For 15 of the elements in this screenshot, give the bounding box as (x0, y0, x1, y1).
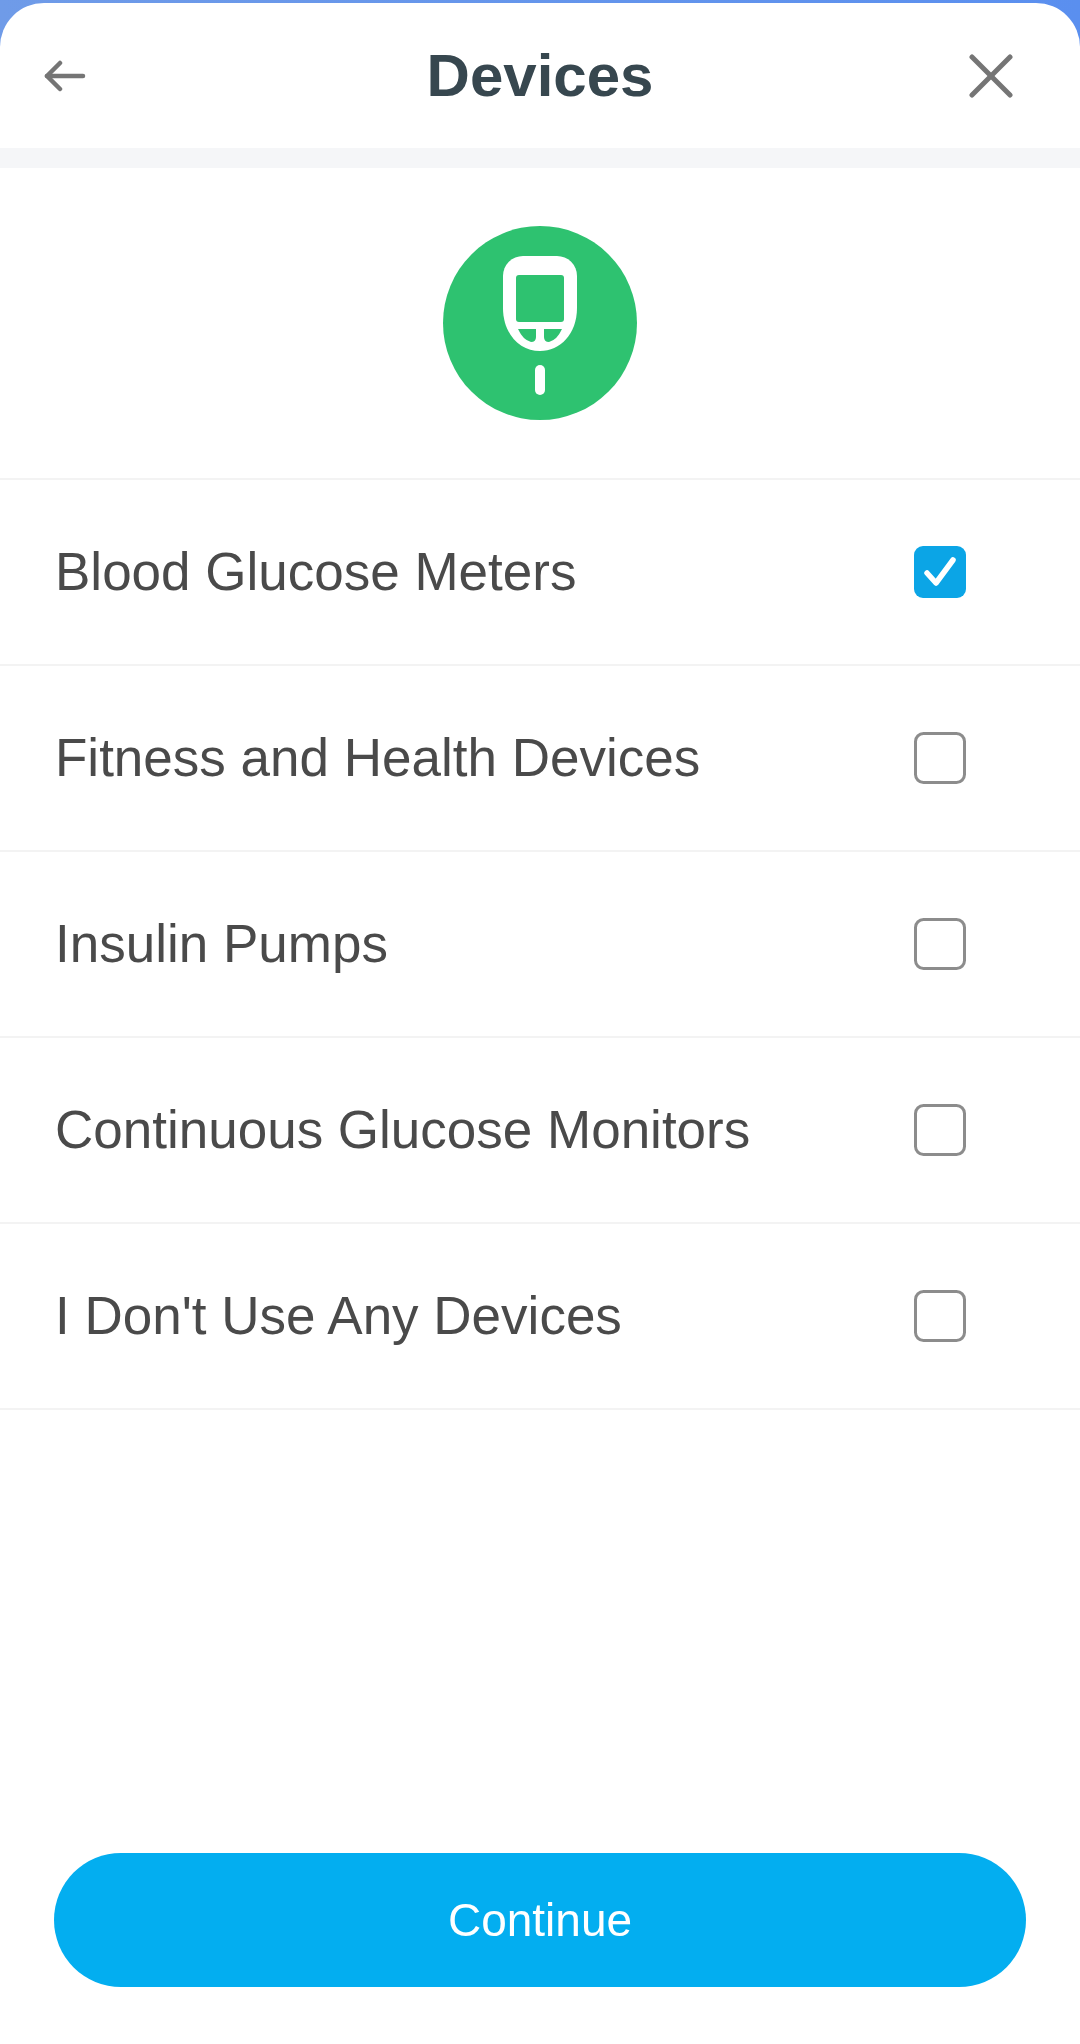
option-label: Insulin Pumps (55, 913, 388, 976)
option-label: Continuous Glucose Monitors (55, 1099, 751, 1162)
checkbox[interactable] (914, 1290, 966, 1342)
glucose-meter-icon (443, 226, 637, 420)
back-arrow-icon[interactable] (44, 59, 86, 92)
continue-button[interactable]: Continue (54, 1853, 1026, 1987)
checkbox[interactable] (914, 1104, 966, 1156)
option-label: I Don't Use Any Devices (55, 1285, 622, 1348)
page-title: Devices (426, 40, 654, 111)
checkbox[interactable] (914, 732, 966, 784)
option-label: Fitness and Health Devices (55, 727, 701, 790)
close-icon[interactable] (969, 53, 1013, 98)
checkbox[interactable] (914, 546, 966, 598)
option-label: Blood Glucose Meters (55, 541, 577, 604)
checkbox[interactable] (914, 918, 966, 970)
